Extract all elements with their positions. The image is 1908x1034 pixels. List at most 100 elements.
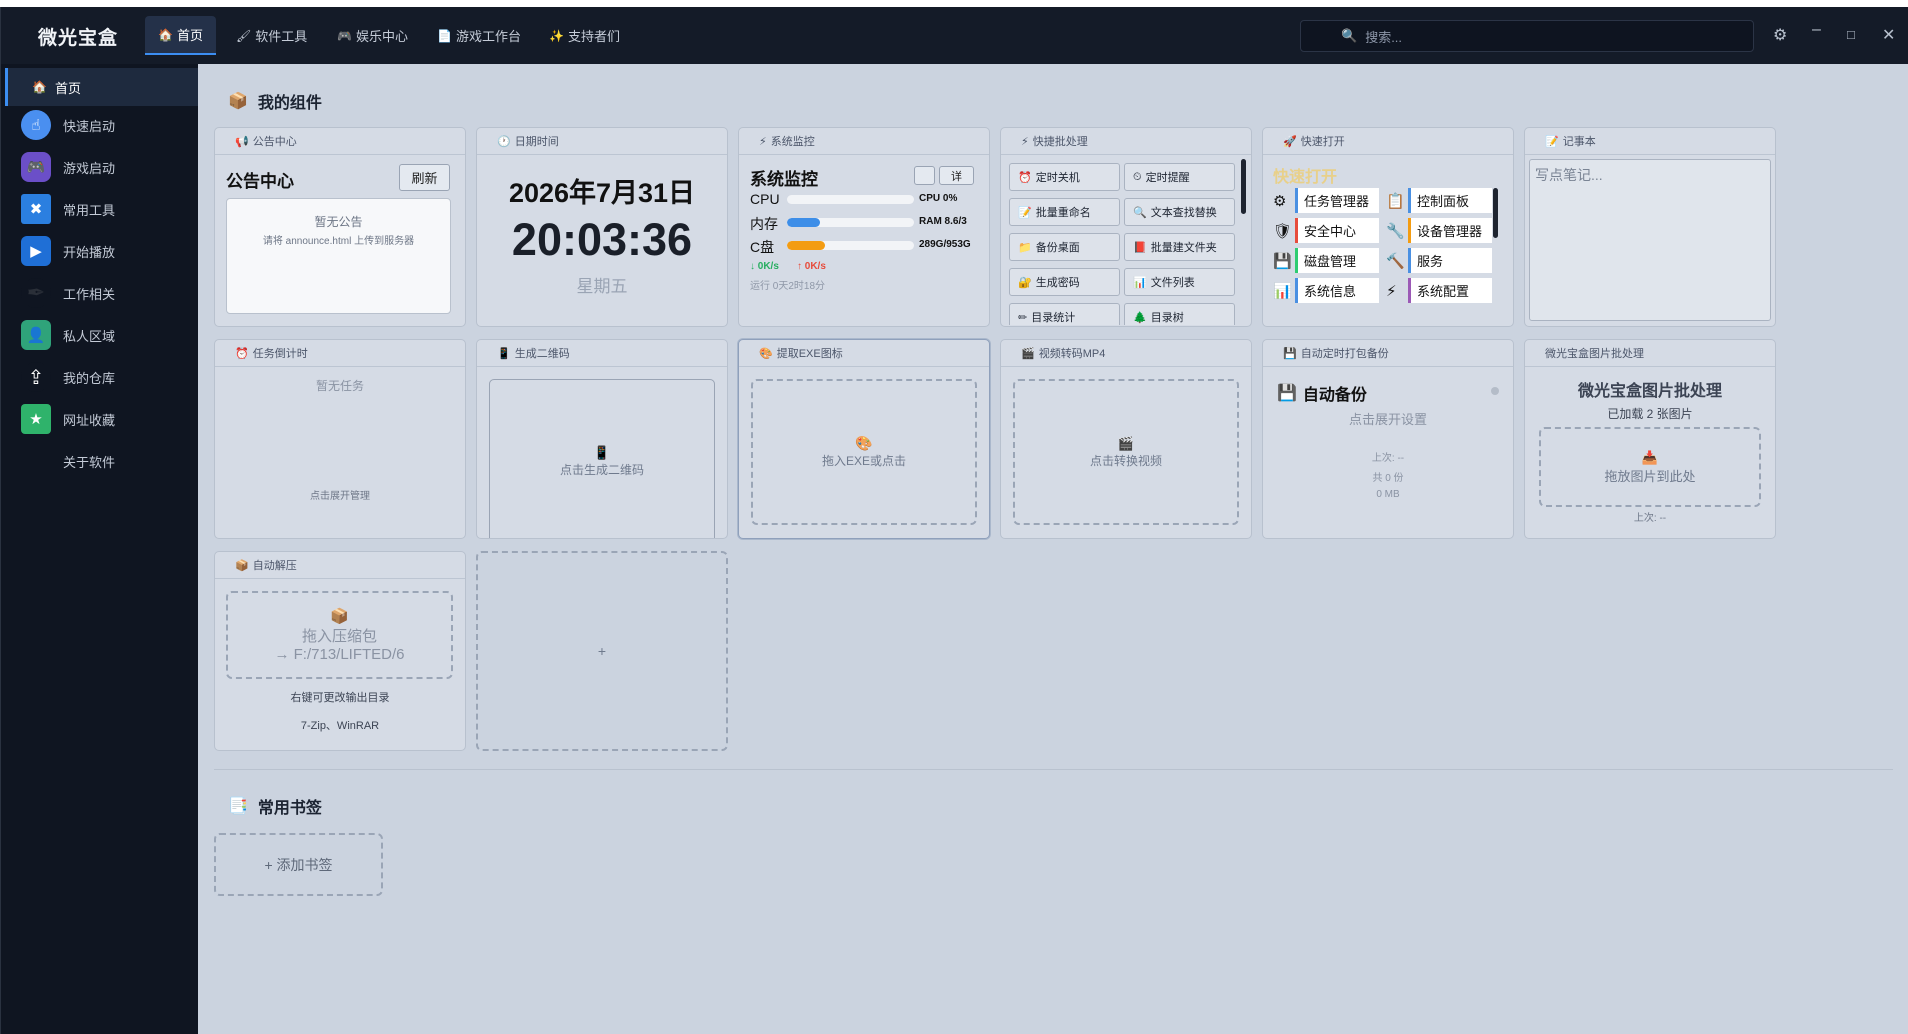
batch-dir-tree-button[interactable]: 🌲 目录树 bbox=[1124, 303, 1235, 325]
quick-open-item[interactable]: ⚙ 任务管理器 bbox=[1273, 188, 1379, 213]
clock-icon: 🕐 bbox=[497, 135, 511, 148]
widget-header: 🎨 提取EXE图标 bbox=[739, 340, 989, 367]
minimize-icon[interactable]: – bbox=[1812, 21, 1821, 39]
batch-shutdown-button[interactable]: ⏰ 定时关机 bbox=[1009, 163, 1120, 191]
video-drop-zone[interactable]: 🎬 点击转换视频 bbox=[1013, 379, 1239, 525]
batch-password-button[interactable]: 🔐 生成密码 bbox=[1009, 268, 1120, 296]
sidebar-item-common-tools[interactable]: ✖ 常用工具 bbox=[5, 190, 198, 228]
person-icon: 👤 bbox=[21, 320, 51, 350]
sidebar-item-repository[interactable]: ⇪ 我的仓库 bbox=[5, 358, 198, 396]
sidebar-item-quick-launch[interactable]: ☝ 快速启动 bbox=[5, 106, 198, 144]
disk-icon: 💾 bbox=[1273, 252, 1292, 270]
backup-size: 0 MB bbox=[1376, 489, 1400, 500]
chart-icon: 📊 bbox=[1133, 276, 1147, 289]
widget-header: 📱 生成二维码 bbox=[477, 340, 727, 367]
sidebar-item-play[interactable]: ▶ 开始播放 bbox=[5, 232, 198, 270]
sidebar-item-label: 我的仓库 bbox=[63, 370, 116, 386]
sidebar-item-label: 快速启动 bbox=[63, 118, 116, 134]
add-bookmark-button[interactable]: + 添加书签 bbox=[214, 833, 383, 896]
gamepad-icon: 🎮 bbox=[337, 28, 352, 43]
refresh-button[interactable]: 刷新 bbox=[399, 164, 450, 191]
sidebar-item-label: 常用工具 bbox=[63, 202, 116, 218]
unzip-hint: 右键可更改输出目录 bbox=[290, 692, 390, 704]
sidebar-item-game-launch[interactable]: 🎮 游戏启动 bbox=[5, 148, 198, 186]
countdown-manage-link[interactable]: 点击展开管理 bbox=[215, 487, 465, 502]
tab-game-workbench[interactable]: 📄 游戏工作台 bbox=[424, 16, 534, 55]
film-icon: 🎬 bbox=[1021, 347, 1035, 360]
tab-software-tools[interactable]: 🖌 软件工具 bbox=[223, 16, 320, 55]
toggle-button[interactable] bbox=[914, 166, 935, 185]
feather-icon: ✒ bbox=[21, 278, 51, 308]
qrcode-widget: 📱 生成二维码 📱 点击生成二维码 bbox=[476, 339, 728, 539]
cpu-label: CPU bbox=[750, 191, 780, 207]
gamepad-icon: 🎮 bbox=[21, 152, 51, 182]
quick-open-item[interactable]: ⚡ 系统配置 bbox=[1386, 278, 1492, 303]
tab-home[interactable]: 🏠 首页 bbox=[145, 16, 216, 55]
sidebar-item-work[interactable]: ✒ 工作相关 bbox=[5, 274, 198, 312]
batch-create-folders-button[interactable]: 📕 批量建文件夹 bbox=[1124, 233, 1235, 261]
memo-icon: 📝 bbox=[1018, 206, 1032, 219]
settings-icon[interactable]: ⚙ bbox=[1773, 25, 1787, 45]
batch-rename-button[interactable]: 📝 批量重命名 bbox=[1009, 198, 1120, 226]
announcement-hint: 请将 announce.html 上传到服务器 bbox=[262, 236, 415, 247]
quick-open-item[interactable]: 🔧 设备管理器 bbox=[1386, 218, 1492, 243]
widget-header: 💾 自动定时打包备份 bbox=[1263, 340, 1513, 367]
document-icon: 📄 bbox=[437, 28, 452, 43]
scrollbar[interactable] bbox=[1241, 159, 1246, 214]
quick-open-item[interactable]: 💾 磁盘管理 bbox=[1273, 248, 1379, 273]
batch-find-replace-button[interactable]: 🔍 文本查找替换 bbox=[1124, 198, 1235, 226]
package-icon: 📦 bbox=[235, 559, 249, 572]
download-speed: ↓ 0K/s bbox=[750, 261, 779, 272]
exe-drop-zone[interactable]: 🎨 拖入EXE或点击 bbox=[751, 379, 977, 525]
clipboard-icon: 📋 bbox=[1386, 192, 1405, 210]
memory-label: 内存 bbox=[750, 216, 778, 232]
backup-setup-link[interactable]: 点击展开设置 bbox=[1263, 409, 1513, 428]
sidebar-item-private[interactable]: 👤 私人区域 bbox=[5, 316, 198, 354]
tab-label: 游戏工作台 bbox=[455, 29, 521, 44]
image-batch-loaded: 已加载 2 张图片 bbox=[1607, 407, 1693, 421]
notepad-textarea[interactable]: 写点笔记... bbox=[1529, 159, 1771, 321]
close-icon[interactable]: ✕ bbox=[1882, 25, 1895, 45]
star-icon: ★ bbox=[21, 404, 51, 434]
sidebar-item-about[interactable]: 关于软件 bbox=[5, 442, 198, 480]
sidebar-item-bookmarks[interactable]: ★ 网址收藏 bbox=[5, 400, 198, 438]
search-input[interactable]: 🔍 搜索... bbox=[1300, 20, 1754, 52]
quick-open-item[interactable]: 📋 控制面板 bbox=[1386, 188, 1492, 213]
megaphone-icon: 📢 bbox=[235, 135, 249, 148]
wrench-icon: 🔧 bbox=[1386, 222, 1405, 240]
cpu-bar bbox=[787, 195, 914, 204]
sidebar-item-home[interactable]: 🏠 首页 bbox=[5, 68, 198, 106]
maximize-icon[interactable]: □ bbox=[1847, 27, 1855, 42]
widget-header: 🎬 视频转码MP4 bbox=[1001, 340, 1251, 367]
batch-file-list-button[interactable]: 📊 文件列表 bbox=[1124, 268, 1235, 296]
tab-supporters[interactable]: ✨ 支持者们 bbox=[536, 16, 633, 55]
palette-icon: 🎨 bbox=[759, 347, 773, 360]
image-drop-zone[interactable]: 📥 拖放图片到此处 bbox=[1539, 427, 1761, 507]
archive-drop-zone[interactable]: 📦 拖入压缩包 → F:/713/LIFTED/6 bbox=[226, 591, 453, 679]
phone-icon: 📱 bbox=[593, 445, 611, 460]
countdown-empty: 暂无任务 bbox=[315, 379, 364, 393]
play-icon: ▶ bbox=[21, 236, 51, 266]
announcement-empty: 暂无公告 bbox=[314, 215, 363, 229]
batch-reminder-button[interactable]: ⏲ 定时提醒 bbox=[1124, 163, 1235, 191]
widget-header: ⏰ 任务倒计时 bbox=[215, 340, 465, 367]
phone-icon: 📱 bbox=[497, 347, 511, 360]
tab-entertainment[interactable]: 🎮 娱乐中心 bbox=[324, 16, 421, 55]
quick-open-item[interactable]: 🛡 安全中心 bbox=[1273, 218, 1379, 243]
gear-icon: ⚙ bbox=[1273, 192, 1287, 210]
add-widget-button[interactable]: + bbox=[476, 551, 728, 751]
sidebar-item-label: 开始播放 bbox=[63, 244, 116, 260]
details-button[interactable]: 详 bbox=[939, 166, 974, 185]
qrcode-generate-area[interactable]: 📱 点击生成二维码 bbox=[489, 379, 715, 538]
scrollbar[interactable] bbox=[1493, 188, 1498, 238]
quick-open-item[interactable]: 🔨 服务 bbox=[1386, 248, 1492, 273]
rocket-icon: 🚀 bbox=[1283, 135, 1297, 148]
batch-backup-desktop-button[interactable]: 📁 备份桌面 bbox=[1009, 233, 1120, 261]
quick-open-item[interactable]: 📊 系统信息 bbox=[1273, 278, 1379, 303]
sidebar-item-label: 首页 bbox=[54, 80, 81, 96]
batch-dir-stats-button[interactable]: ✏ 目录统计 bbox=[1009, 303, 1120, 325]
backup-count: 共 0 份 bbox=[1372, 473, 1404, 484]
memory-bar bbox=[787, 218, 914, 227]
image-batch-widget: 微光宝盒图片批处理 微光宝盒图片批处理 已加载 2 张图片 📥 拖放图片到此处 … bbox=[1524, 339, 1776, 539]
hammer-icon: 🔨 bbox=[1386, 252, 1405, 270]
